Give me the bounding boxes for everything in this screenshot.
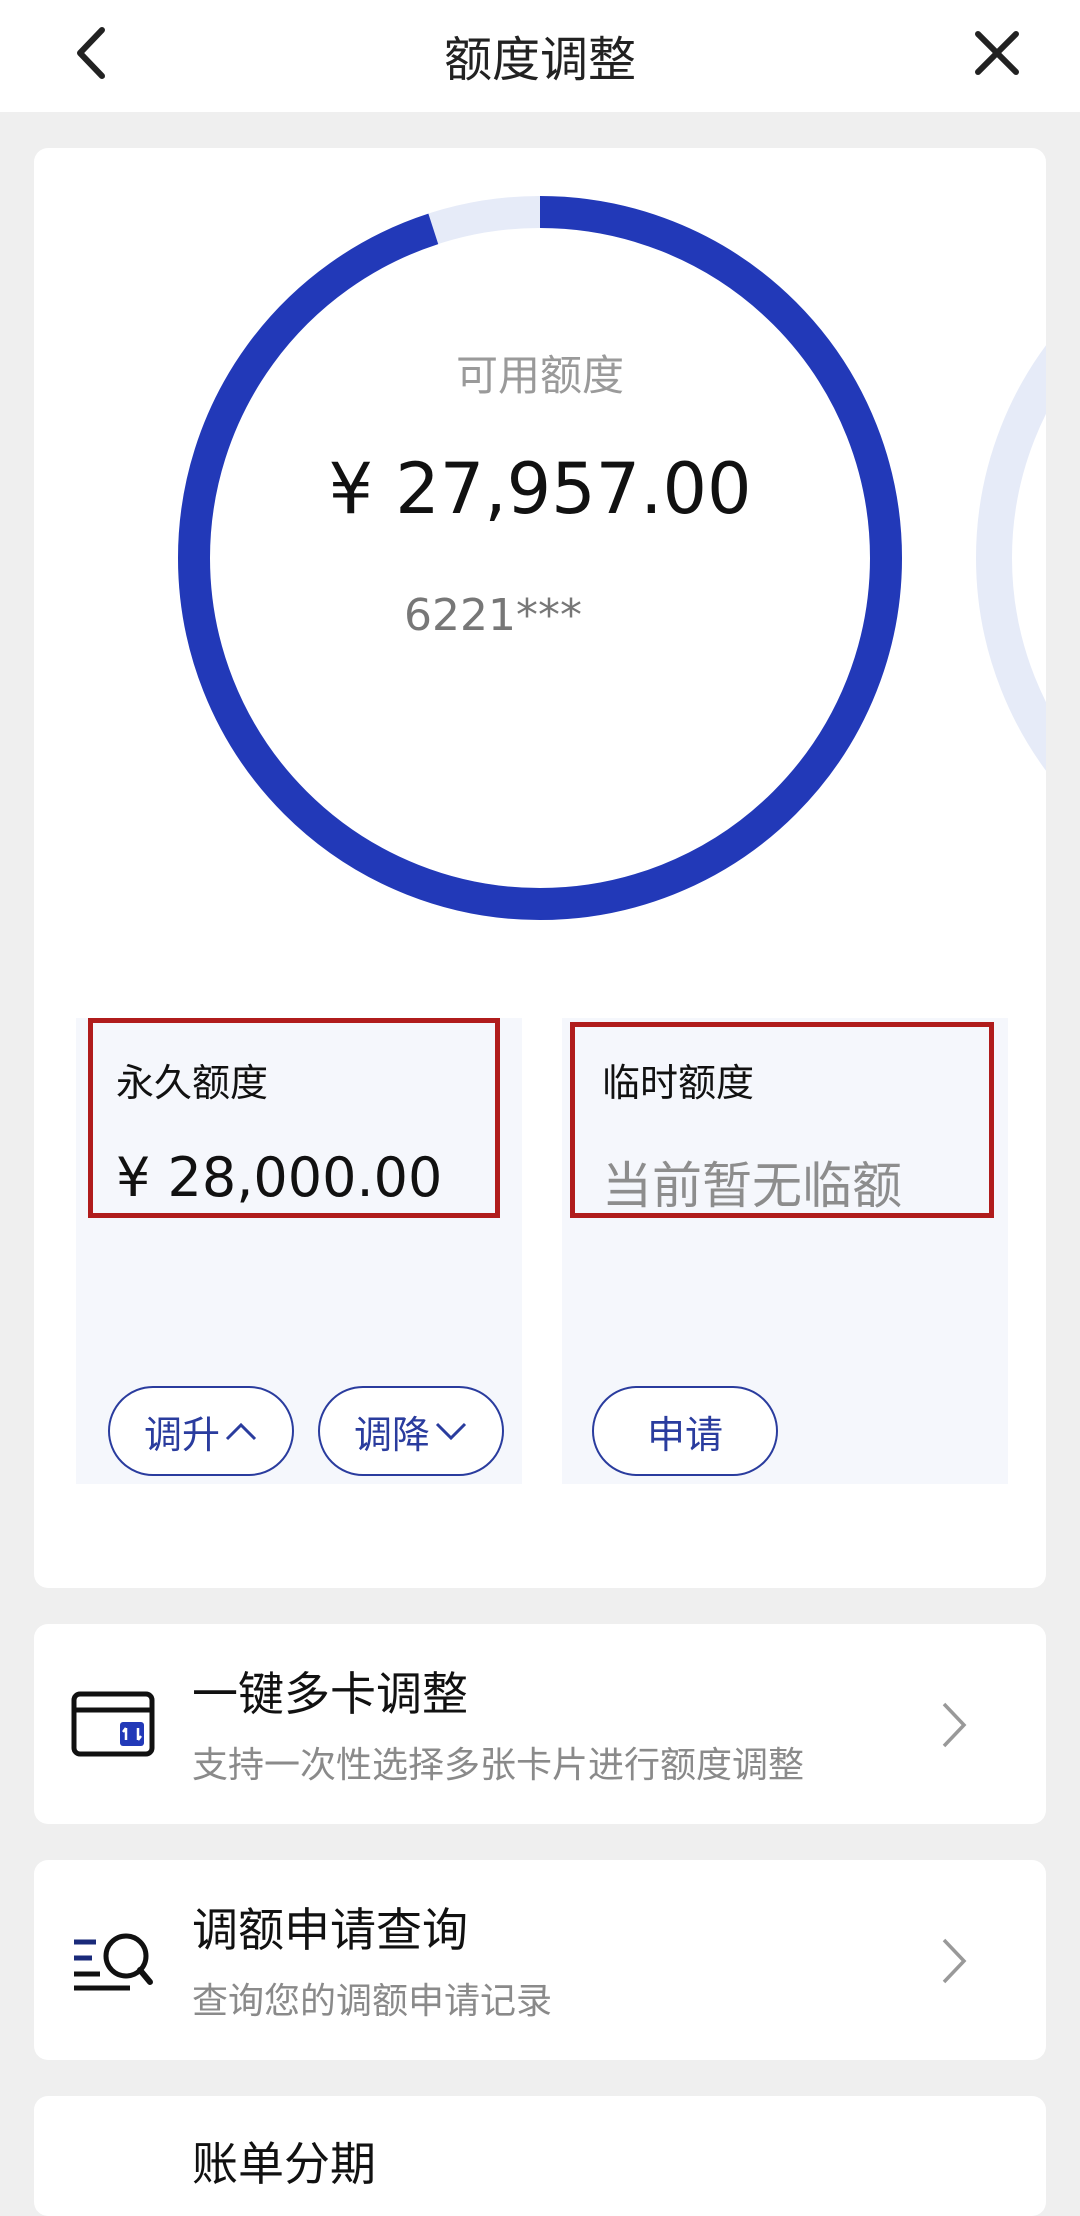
available-limit-label: 可用额度 <box>455 351 624 400</box>
ring-available-segment <box>178 196 902 920</box>
list-item-title: 调额申请查询 <box>192 1903 468 1957</box>
close-icon <box>975 31 1019 75</box>
close-button[interactable] <box>962 18 1032 88</box>
header-bar: 额度调整 <box>0 0 1080 112</box>
permanent-limit-amount: ¥ 28,000.00 <box>116 1146 443 1209</box>
chevron-up-icon <box>225 1422 257 1441</box>
list-item-title: 账单分期 <box>192 2137 376 2191</box>
next-card-ring <box>976 345 1046 771</box>
chevron-right-icon <box>942 1938 967 1984</box>
list-item-subtitle: 查询您的调额申请记录 <box>192 1981 553 2022</box>
chevron-right-icon <box>942 1702 967 1748</box>
available-limit-amount: ¥ 27,957.00 <box>328 448 752 530</box>
list-item-subtitle: 支持一次性选择多张卡片进行额度调整 <box>192 1745 805 1786</box>
list-item-multi-card-adjust[interactable]: 一键多卡调整 支持一次性选择多张卡片进行额度调整 <box>34 1624 1046 1824</box>
list-item-title: 一键多卡调整 <box>192 1667 468 1721</box>
lower-label: 调降 <box>353 1412 430 1457</box>
raise-label: 调升 <box>143 1412 220 1457</box>
apply-label: 申请 <box>646 1412 723 1457</box>
raise-limit-button[interactable]: 调升 <box>108 1386 294 1476</box>
temporary-limit-status: 当前暂无临额 <box>602 1157 902 1215</box>
permanent-limit-title: 永久额度 <box>116 1061 269 1105</box>
list-item-adjust-query[interactable]: 调额申请查询 查询您的调额申请记录 <box>34 1860 1046 2060</box>
card-adjust-icon <box>71 1691 155 1757</box>
available-limit-ring <box>178 196 1046 920</box>
search-list-icon <box>74 1933 153 1991</box>
chevron-down-icon <box>435 1422 467 1441</box>
temporary-limit-title: 临时额度 <box>602 1061 755 1105</box>
credit-limit-card: 可用额度 ¥ 27,957.00 6221*** 永久额度 ¥ 28,000.0… <box>34 148 1046 1588</box>
apply-temporary-button[interactable]: 申请 <box>592 1386 778 1476</box>
page-title: 额度调整 <box>443 32 636 88</box>
list-item-installment[interactable]: 账单分期 <box>34 2096 1046 2216</box>
lower-limit-button[interactable]: 调降 <box>318 1386 504 1476</box>
card-number: 6221*** <box>404 590 582 641</box>
